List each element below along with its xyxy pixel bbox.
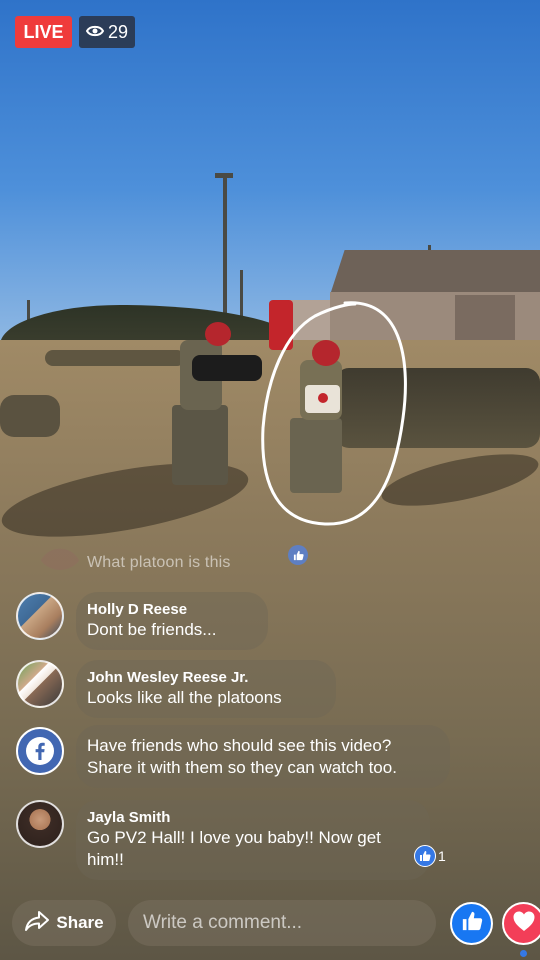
commenter-name[interactable]: Jayla Smith — [87, 808, 418, 827]
soldier-left-helmet — [205, 322, 231, 346]
drawn-circle-annotation — [261, 301, 407, 526]
comment-reaction[interactable]: 1 — [414, 845, 446, 867]
comment-bubble[interactable]: Holly D Reese Dont be friends... — [76, 592, 268, 650]
commenter-name[interactable]: Holly D Reese — [87, 600, 256, 619]
building-roof — [330, 250, 540, 295]
seated-soldiers — [45, 350, 185, 366]
comment-input[interactable] — [128, 900, 436, 946]
live-label: LIVE — [23, 21, 64, 42]
comment-bubble[interactable]: John Wesley Reese Jr. Looks like all the… — [76, 660, 336, 718]
like-reaction-button[interactable] — [450, 902, 493, 945]
eye-icon — [85, 22, 105, 43]
reaction-count: 1 — [438, 848, 446, 864]
heart-icon — [512, 910, 536, 937]
soldier-left — [172, 405, 228, 485]
viewer-count: 29 — [107, 21, 129, 42]
like-icon — [288, 545, 308, 565]
comment-text: Dont be friends... — [87, 620, 217, 639]
avatar — [36, 540, 84, 570]
pugil-stick — [192, 355, 262, 381]
like-icon — [461, 910, 483, 937]
share-prompt-line: Share it with them so they can watch too… — [87, 758, 397, 777]
comment-text: him!! — [87, 850, 124, 869]
avatar[interactable] — [16, 800, 64, 848]
share-prompt-line: Have friends who should see this video? — [87, 736, 392, 755]
comment-text: What platoon is this — [87, 554, 231, 571]
avatar[interactable] — [16, 660, 64, 708]
live-badge: LIVE — [15, 16, 72, 48]
love-reaction-button[interactable] — [502, 902, 540, 945]
avatar[interactable] — [16, 592, 64, 640]
share-label: Share — [56, 913, 104, 932]
commenter-name[interactable]: John Wesley Reese Jr. — [87, 668, 324, 687]
share-button[interactable]: Share — [12, 900, 116, 946]
facebook-icon — [16, 727, 64, 775]
like-icon — [414, 845, 436, 867]
comment-text: Looks like all the platoons — [87, 688, 282, 707]
seated-soldiers — [0, 395, 60, 437]
comment-text: Go PV2 Hall! I love you baby!! Now get — [87, 828, 381, 847]
comment-bubble[interactable]: Jayla Smith Go PV2 Hall! I love you baby… — [76, 800, 430, 880]
viewer-count-badge[interactable]: 29 — [79, 16, 135, 48]
share-arrow-icon — [24, 910, 50, 937]
share-prompt-bubble[interactable]: Have friends who should see this video? … — [76, 725, 450, 788]
light-pole-cap — [215, 173, 233, 178]
selected-indicator — [520, 950, 527, 957]
